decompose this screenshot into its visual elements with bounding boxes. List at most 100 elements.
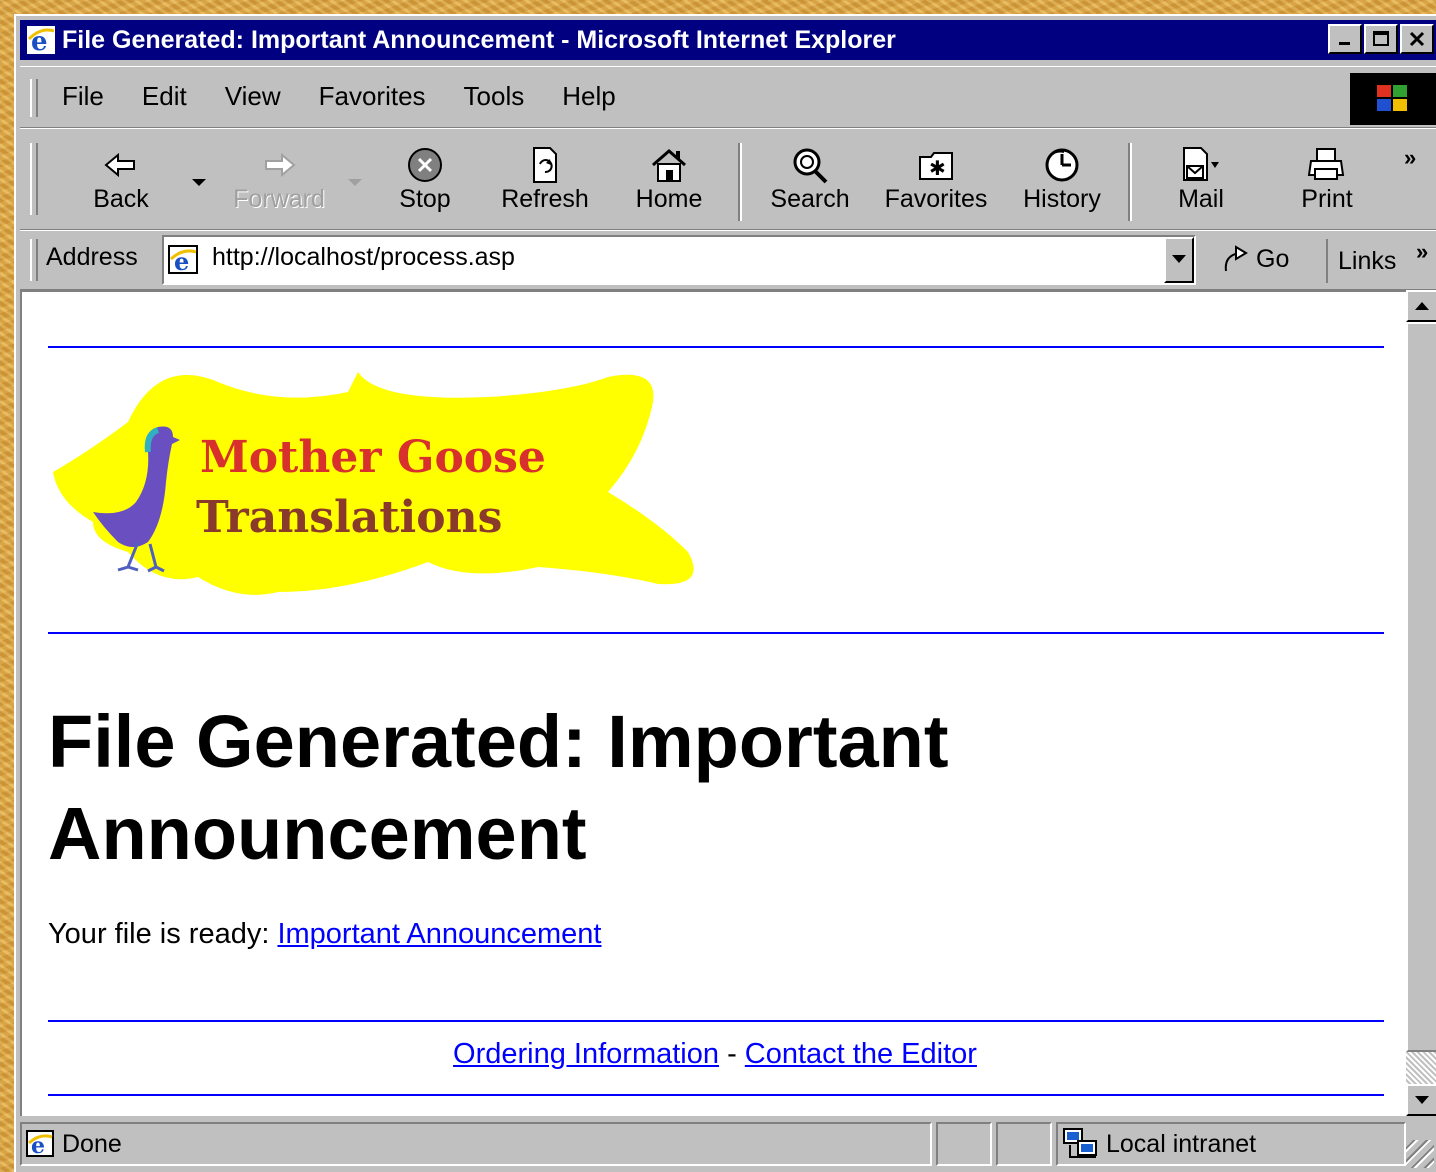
- toolbar-more-chevron[interactable]: »: [1404, 145, 1416, 171]
- logo-line1: Mother Goose: [200, 432, 546, 483]
- back-dropdown-icon[interactable]: [192, 179, 206, 186]
- favorites-button[interactable]: ✱ Favorites: [876, 145, 996, 214]
- close-button[interactable]: [1400, 24, 1434, 54]
- toolbar-separator: [738, 143, 742, 221]
- menu-edit[interactable]: Edit: [142, 81, 187, 112]
- address-bar: Address e Go Links »: [20, 230, 1436, 290]
- address-input[interactable]: [212, 243, 1132, 272]
- contact-editor-link[interactable]: Contact the Editor: [745, 1038, 977, 1070]
- scroll-track[interactable]: [1406, 1052, 1436, 1084]
- horizontal-rule: [48, 1020, 1384, 1022]
- address-label: Address: [46, 243, 138, 271]
- minimize-button[interactable]: [1328, 24, 1362, 54]
- windows-logo-icon: [1350, 73, 1436, 125]
- scroll-up-button[interactable]: [1406, 290, 1436, 322]
- horizontal-rule: [48, 346, 1384, 348]
- menu-file[interactable]: File: [62, 81, 104, 112]
- ready-text: Your file is ready:: [48, 918, 278, 950]
- favorites-label: Favorites: [884, 185, 988, 213]
- horizontal-rule: [48, 632, 1384, 634]
- zone-label: Local intranet: [1106, 1129, 1257, 1158]
- minimize-icon: [1339, 42, 1350, 45]
- status-panel: [996, 1122, 1052, 1166]
- standard-toolbar: Back Forward Stop Refresh Home Search ✱ …: [20, 128, 1436, 230]
- forward-dropdown-icon[interactable]: [348, 179, 362, 186]
- ie-logo-icon: e: [27, 26, 55, 55]
- security-zone[interactable]: Local intranet: [1056, 1122, 1406, 1166]
- status-panel: [936, 1122, 992, 1166]
- forward-arrow-icon: [265, 152, 296, 178]
- forward-label: Forward: [233, 185, 325, 213]
- favorites-folder-icon: ✱: [919, 152, 953, 180]
- ready-paragraph: Your file is ready: Important Announceme…: [48, 918, 601, 951]
- status-bar: e Done Local intranet: [20, 1120, 1436, 1170]
- page-done-icon: e: [26, 1130, 54, 1158]
- ordering-information-link[interactable]: Ordering Information: [453, 1038, 719, 1070]
- menu-favorites[interactable]: Favorites: [319, 81, 426, 112]
- scroll-down-button[interactable]: [1406, 1084, 1436, 1116]
- refresh-icon: [533, 147, 557, 183]
- links-more-chevron[interactable]: »: [1416, 239, 1428, 265]
- page-content: Mother Goose Translations File Generated…: [20, 290, 1406, 1116]
- address-box[interactable]: e: [162, 235, 1196, 285]
- back-label: Back: [93, 185, 149, 213]
- scroll-thumb[interactable]: [1406, 322, 1436, 1052]
- close-icon: [1409, 31, 1425, 47]
- menu-grip[interactable]: [30, 79, 38, 117]
- search-button[interactable]: Search: [760, 145, 860, 214]
- address-dropdown-button[interactable]: [1164, 237, 1194, 283]
- stop-label: Stop: [399, 185, 451, 213]
- home-label: Home: [635, 185, 703, 213]
- arrow-up-icon: [1415, 302, 1429, 310]
- status-text: Done: [62, 1129, 122, 1158]
- window-title: File Generated: Important Announcement -…: [62, 25, 896, 54]
- refresh-button[interactable]: Refresh: [490, 145, 600, 214]
- menu-bar: File Edit View Favorites Tools Help: [20, 66, 1436, 128]
- history-label: History: [1023, 185, 1101, 213]
- printer-icon: [1307, 148, 1345, 180]
- arrow-down-icon: [1415, 1096, 1429, 1104]
- svg-text:✱: ✱: [929, 156, 946, 180]
- chevron-down-icon: [1172, 255, 1186, 263]
- refresh-label: Refresh: [501, 185, 589, 213]
- mail-icon: [1183, 147, 1219, 181]
- browser-window: e File Generated: Important Announcement…: [14, 14, 1436, 1172]
- local-intranet-icon: [1063, 1128, 1097, 1158]
- go-label: Go: [1256, 244, 1290, 273]
- toolbar-separator: [1128, 143, 1132, 221]
- menu-tools[interactable]: Tools: [464, 81, 525, 112]
- logo-line2: Translations: [196, 492, 502, 543]
- links-button[interactable]: Links: [1326, 239, 1396, 283]
- print-label: Print: [1301, 185, 1353, 213]
- page-ie-icon: e: [168, 245, 198, 275]
- toolbar-grip[interactable]: [30, 143, 38, 215]
- menu-help[interactable]: Help: [562, 81, 615, 112]
- mail-button[interactable]: Mail: [1156, 145, 1246, 214]
- menu-view[interactable]: View: [225, 81, 281, 112]
- file-download-link[interactable]: Important Announcement: [277, 918, 601, 950]
- stop-icon: [408, 148, 442, 182]
- footer-links: Ordering Information - Contact the Edito…: [22, 1038, 1406, 1071]
- home-icon: [652, 149, 686, 182]
- back-arrow-icon: [104, 152, 135, 178]
- print-button[interactable]: Print: [1282, 145, 1372, 214]
- home-button[interactable]: Home: [624, 145, 714, 214]
- stop-button[interactable]: Stop: [380, 145, 470, 214]
- page-heading: File Generated: Important Announcement: [48, 700, 949, 875]
- history-button[interactable]: History: [1010, 145, 1114, 214]
- address-grip[interactable]: [30, 239, 38, 281]
- links-label: Links: [1338, 246, 1397, 275]
- search-icon: [793, 148, 828, 184]
- mother-goose-logo: Mother Goose Translations: [53, 372, 694, 595]
- vertical-scrollbar[interactable]: [1406, 290, 1436, 1116]
- back-button[interactable]: Back: [76, 145, 166, 214]
- maximize-icon: [1373, 31, 1389, 46]
- maximize-button[interactable]: [1364, 24, 1398, 54]
- forward-button[interactable]: Forward: [216, 145, 342, 214]
- resize-grip[interactable]: [1406, 1140, 1434, 1168]
- history-icon: [1045, 148, 1079, 182]
- go-button[interactable]: Go: [1220, 243, 1289, 275]
- mail-label: Mail: [1178, 185, 1224, 213]
- horizontal-rule: [48, 1094, 1384, 1096]
- go-arrow-icon: [1224, 245, 1248, 272]
